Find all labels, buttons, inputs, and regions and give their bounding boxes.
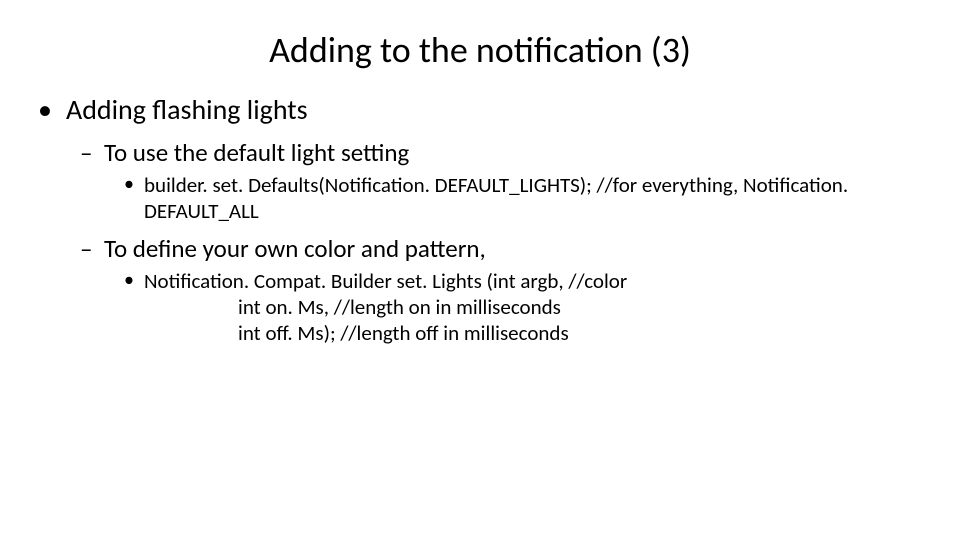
bullet-text: Adding flashing lights (66, 92, 308, 127)
slide-title: Adding to the notification (3) (0, 0, 960, 92)
slide: Adding to the notification (3) Adding fl… (0, 0, 960, 540)
bullet-text: To use the default light setting (104, 137, 409, 168)
bullet-text: builder. set. Defaults(Notification. DEF… (144, 172, 848, 224)
bullet-lvl3: builder. set. Defaults(Notification. DEF… (124, 172, 920, 225)
slide-content: Adding flashing lights To use the defaul… (0, 92, 960, 346)
bullet-lvl2: To use the default light setting builder… (80, 137, 920, 225)
bullet-text: Notification. Compat. Builder set. Light… (144, 268, 627, 294)
bullet-continuation: int on. Ms, //length on in milliseconds (238, 294, 920, 320)
bullet-text: To define your own color and pattern, (104, 233, 486, 264)
bullet-lvl2: To define your own color and pattern, No… (80, 233, 920, 347)
bullet-continuation: int off. Ms); //length off in millisecon… (238, 320, 920, 346)
bullet-lvl1: Adding flashing lights To use the defaul… (38, 92, 920, 346)
bullet-lvl3: Notification. Compat. Builder set. Light… (124, 268, 920, 347)
